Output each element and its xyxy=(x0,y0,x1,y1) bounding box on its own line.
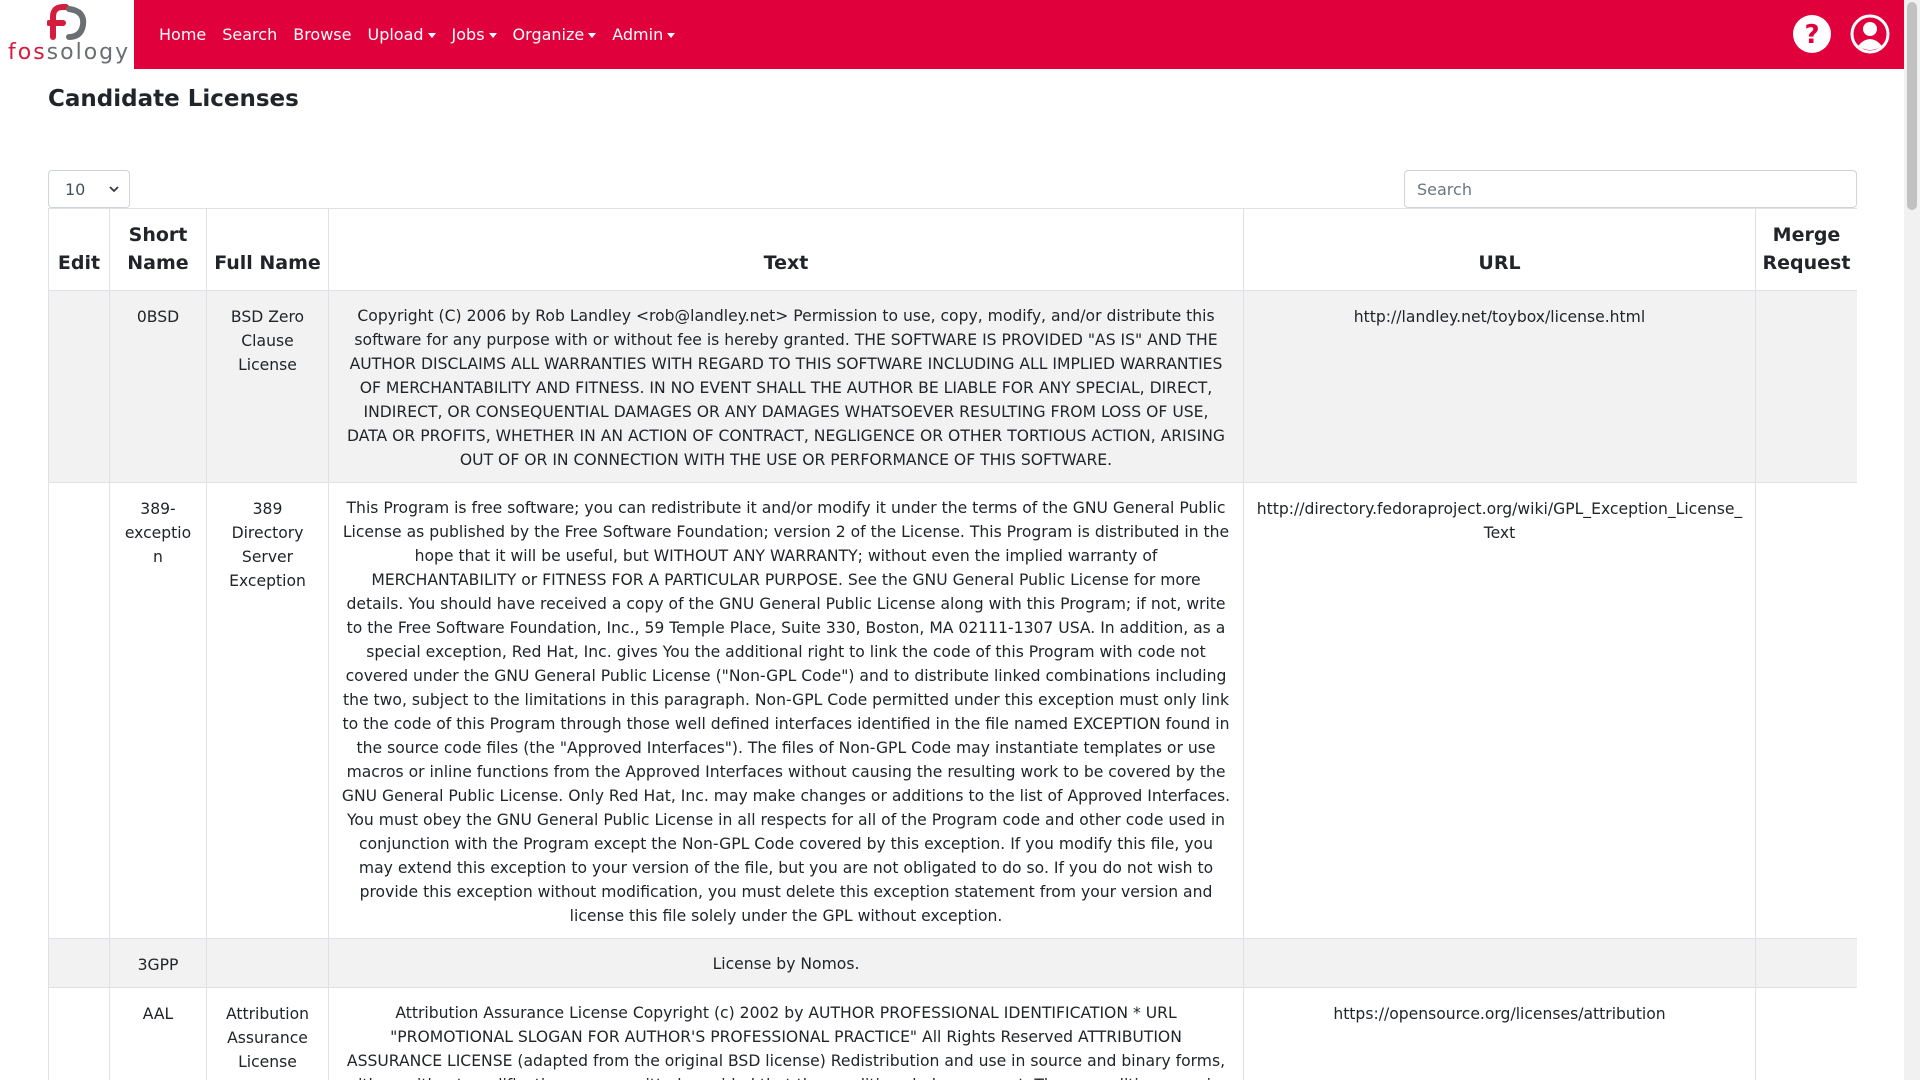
table-row: AAL Attribution Assurance License Attrib… xyxy=(48,987,1857,1080)
page-length-select[interactable]: 10 xyxy=(48,170,130,208)
cell-merge-request xyxy=(1755,987,1857,1080)
nav-organize-dropdown[interactable]: Organize xyxy=(513,25,597,44)
cell-full-name: BSD Zero Clause License xyxy=(206,290,329,483)
cell-full-name: Attribution Assurance License xyxy=(206,987,329,1080)
main-nav: Home Search Browse Upload Jobs Organize … xyxy=(159,25,691,44)
caret-down-icon xyxy=(427,32,436,38)
cell-url: http://landley.net/toybox/license.html xyxy=(1243,290,1756,483)
help-icon[interactable]: ? xyxy=(1792,14,1832,54)
nav-jobs-dropdown[interactable]: Jobs xyxy=(452,25,497,44)
user-account-icon[interactable] xyxy=(1850,14,1890,54)
logo-wordmark: fossology xyxy=(8,40,131,65)
caret-down-icon xyxy=(588,32,597,38)
table-row: 3GPP License by Nomos. xyxy=(48,938,1857,988)
table-header-row: Edit Short Name Full Name Text URL Merge… xyxy=(48,208,1857,291)
cell-url: https://opensource.org/licenses/attribut… xyxy=(1243,987,1756,1080)
nav-right-icons: ? xyxy=(1792,14,1890,54)
cell-merge-request xyxy=(1755,290,1857,483)
cell-short-name: 0BSD xyxy=(109,290,207,483)
cell-license-text: License by Nomos. xyxy=(328,938,1244,988)
table-search-input[interactable] xyxy=(1404,170,1857,208)
cell-merge-request xyxy=(1755,938,1857,988)
column-header-url[interactable]: URL xyxy=(1243,208,1756,291)
cell-edit[interactable] xyxy=(48,482,110,939)
nav-admin-dropdown[interactable]: Admin xyxy=(612,25,676,44)
cell-short-name: 3GPP xyxy=(109,938,207,988)
column-header-short-name[interactable]: Short Name xyxy=(109,208,207,291)
fossology-logo[interactable]: fossology xyxy=(0,0,134,69)
nav-browse[interactable]: Browse xyxy=(293,25,351,44)
page-title: Candidate Licenses xyxy=(48,86,299,112)
chevron-down-icon xyxy=(109,185,119,192)
column-header-merge-request[interactable]: Merge Request xyxy=(1755,208,1857,291)
cell-license-text: Attribution Assurance License Copyright … xyxy=(328,987,1244,1080)
table-row: 0BSD BSD Zero Clause License Copyright (… xyxy=(48,290,1857,483)
cell-edit[interactable] xyxy=(48,987,110,1080)
cell-short-name: AAL xyxy=(109,987,207,1080)
caret-down-icon xyxy=(667,32,676,38)
scrollbar-thumb[interactable] xyxy=(1907,2,1917,210)
svg-text:?: ? xyxy=(1804,20,1819,50)
cell-license-text: This Program is free software; you can r… xyxy=(328,482,1244,939)
cell-short-name: 389-exception xyxy=(109,482,207,939)
nav-upload-dropdown[interactable]: Upload xyxy=(367,25,436,44)
table-row: 389-exception 389 Directory Server Excep… xyxy=(48,482,1857,939)
cell-edit[interactable] xyxy=(48,938,110,988)
fossology-logo-mark-icon xyxy=(47,4,87,40)
page-length-value: 10 xyxy=(65,179,86,199)
licenses-table-container: Edit Short Name Full Name Text URL Merge… xyxy=(48,208,1857,1080)
cell-merge-request xyxy=(1755,482,1857,939)
candidate-licenses-table: Edit Short Name Full Name Text URL Merge… xyxy=(48,208,1857,1080)
cell-full-name xyxy=(206,938,329,988)
column-header-edit[interactable]: Edit xyxy=(48,208,110,291)
caret-down-icon xyxy=(488,32,497,38)
cell-url xyxy=(1243,938,1756,988)
top-navbar: fossology Home Search Browse Upload Jobs… xyxy=(0,0,1904,69)
nav-search[interactable]: Search xyxy=(222,25,277,44)
cell-url: http://directory.fedoraproject.org/wiki/… xyxy=(1243,482,1756,939)
cell-full-name: 389 Directory Server Exception xyxy=(206,482,329,939)
column-header-full-name[interactable]: Full Name xyxy=(206,208,329,291)
cell-license-text: Copyright (C) 2006 by Rob Landley <rob@l… xyxy=(328,290,1244,483)
page-scrollbar[interactable] xyxy=(1904,0,1920,1080)
nav-home[interactable]: Home xyxy=(159,25,206,44)
column-header-text[interactable]: Text xyxy=(328,208,1244,291)
cell-edit[interactable] xyxy=(48,290,110,483)
